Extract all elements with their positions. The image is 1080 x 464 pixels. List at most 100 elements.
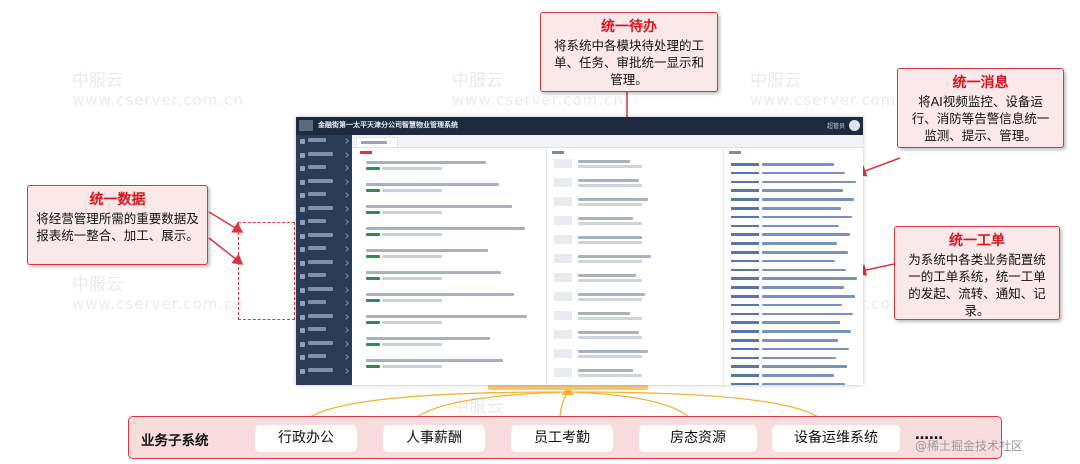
chevron-right-icon (343, 178, 349, 185)
approval-column (550, 149, 720, 385)
sidebar-menu-item[interactable] (296, 365, 352, 379)
menu-label (308, 340, 333, 345)
sidebar-menu-item[interactable] (296, 338, 352, 352)
menu-icon (300, 274, 305, 279)
menu-icon (300, 220, 305, 225)
todo-status-tag (366, 365, 380, 368)
source-credit: @稀土掘金技术社区 (915, 439, 1024, 453)
sidebar-menu-item[interactable] (296, 230, 352, 244)
chevron-right-icon (343, 259, 349, 266)
message-item-line (762, 330, 851, 333)
todo-item-meta (382, 233, 442, 236)
date-box (554, 368, 572, 377)
approval-item-meta (578, 165, 642, 168)
menu-icon (300, 287, 305, 293)
message-category (731, 233, 759, 236)
message-category (731, 224, 759, 228)
sidebar-menu-item[interactable] (296, 135, 352, 149)
approval-item-line (578, 274, 636, 277)
approval-item-line (578, 350, 648, 353)
message-item-line (762, 215, 852, 219)
date-box (554, 254, 572, 263)
message-item-line (762, 383, 845, 385)
message-category (731, 189, 759, 192)
todo-status-tag (366, 167, 380, 170)
todo-status-tag (366, 189, 380, 192)
chevron-right-icon (343, 367, 349, 374)
chevron-right-icon (343, 232, 349, 239)
subsystem-item[interactable]: 房态资源 (639, 425, 757, 452)
message-item-line (762, 295, 855, 298)
sidebar-menu-item[interactable] (296, 176, 352, 190)
approval-item-meta (578, 203, 642, 206)
section-header (552, 151, 564, 154)
message-item-line (762, 242, 837, 245)
message-category (731, 277, 759, 280)
sidebar-menu-item[interactable] (296, 162, 352, 176)
message-category (731, 251, 759, 254)
message-item-line (762, 224, 839, 228)
callout-title: 统一消息 (952, 75, 1009, 91)
menu-label (308, 232, 333, 237)
sidebar-menu-item[interactable] (296, 297, 352, 311)
tab-bar (352, 135, 863, 148)
menu-label (308, 138, 326, 142)
sidebar-menu-item[interactable] (296, 257, 352, 271)
chevron-right-icon (343, 327, 349, 333)
todo-item-meta (382, 255, 442, 258)
menu-label (308, 259, 333, 264)
subsystem-label: 业务子系统 (141, 433, 209, 449)
date-box (554, 349, 572, 358)
menu-icon (300, 341, 305, 347)
chevron-right-icon (343, 205, 349, 212)
message-category (731, 171, 759, 175)
todo-item-meta (382, 167, 442, 170)
system-screenshot: 金融街第一太平天津分公司智慧物业管理系统 超管员 (296, 117, 863, 385)
menu-label (308, 205, 333, 210)
sidebar-menu-item[interactable] (296, 351, 352, 365)
menu-label (308, 219, 326, 223)
approval-item-meta (578, 298, 642, 301)
subsystem-item[interactable]: 行政办公 (255, 425, 357, 452)
message-item-line (762, 207, 841, 210)
message-item-line (762, 251, 848, 254)
menu-icon (300, 139, 305, 144)
tab-workbench[interactable] (356, 137, 398, 147)
approval-item-meta (578, 222, 642, 225)
date-box (554, 216, 572, 225)
date-box (554, 311, 572, 320)
todo-status-tag (366, 211, 380, 214)
callout-title: 统一待办 (601, 19, 657, 35)
todo-item-meta (382, 299, 442, 302)
message-category (731, 365, 759, 368)
sidebar-menu-item[interactable] (296, 284, 352, 298)
avatar[interactable] (849, 120, 860, 131)
subsystem-item[interactable]: 员工考勤 (511, 425, 613, 452)
callout-body: 将经营管理所需的重要数据及报表统一整合、加工、展示。 (36, 211, 199, 243)
subsystem-item[interactable]: 设备运维系统 (772, 425, 900, 452)
sidebar-menu-item[interactable] (296, 149, 352, 163)
approval-item-meta (578, 355, 642, 358)
todo-item-line (366, 293, 514, 296)
sidebar-menu-item[interactable] (296, 311, 352, 325)
menu-icon (300, 179, 305, 185)
message-item-line (762, 356, 836, 360)
todo-status-tag (366, 343, 380, 346)
sidebar-menu-item[interactable] (296, 324, 352, 338)
sidebar-menu-item[interactable] (296, 203, 352, 217)
subsystem-item[interactable]: 人事薪酬 (383, 425, 485, 452)
user-name[interactable]: 超管员 (827, 121, 845, 130)
chevron-right-icon (343, 273, 349, 279)
sidebar-menu-item[interactable] (296, 243, 352, 257)
menu-label (308, 273, 326, 277)
sidebar-menu-item[interactable] (296, 189, 352, 203)
todo-status-tag (366, 299, 380, 302)
message-category (731, 207, 759, 210)
todo-item-line (366, 249, 488, 252)
sidebar-menu-item[interactable] (296, 216, 352, 230)
menu-icon (300, 314, 305, 320)
message-category (731, 259, 759, 263)
menu-label (308, 286, 333, 291)
sidebar-menu-item[interactable] (296, 270, 352, 284)
chevron-right-icon (343, 138, 349, 144)
